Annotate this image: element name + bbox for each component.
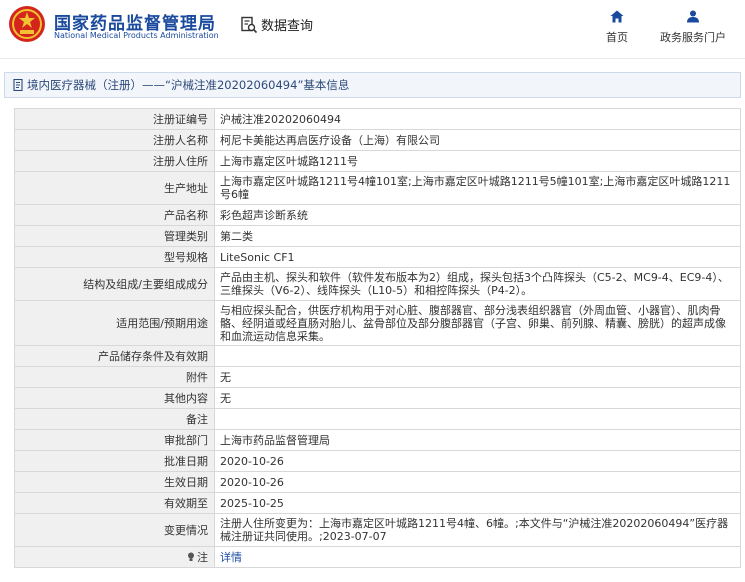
- page-title: 境内医疗器械（注册）——“沪械注准20202060494”基本信息: [4, 72, 741, 98]
- row-value: 沪械注准20202060494: [214, 108, 741, 130]
- table-row: 审批部门 上海市药品监督管理局: [14, 429, 741, 451]
- row-value: 产品由主机、探头和软件（软件发布版本为2）组成，探头包括3个凸阵探头（C5-2、…: [214, 267, 741, 301]
- row-value: 2025-10-25: [214, 492, 741, 514]
- table-row: 注册人名称 柯尼卡美能达再启医疗设备（上海）有限公司: [14, 129, 741, 151]
- row-key: 附件: [14, 366, 215, 388]
- row-key: 生产地址: [14, 171, 215, 205]
- row-value: 与相应探头配合，供医疗机构用于对心脏、腹部器官、部分浅表组织器官（外周血管、小器…: [214, 300, 741, 346]
- row-key: 产品名称: [14, 204, 215, 226]
- row-key: 有效期至: [14, 492, 215, 514]
- table-row: 型号规格 LiteSonic CF1: [14, 246, 741, 268]
- home-icon: [610, 10, 624, 23]
- row-key: 注册人名称: [14, 129, 215, 151]
- row-key: 适用范围/预期用途: [14, 300, 215, 346]
- row-value: 柯尼卡美能达再启医疗设备（上海）有限公司: [214, 129, 741, 151]
- data-query-label: 数据查询: [261, 19, 314, 34]
- row-value: 2020-10-26: [214, 450, 741, 472]
- row-value: 上海市嘉定区叶城路1211号: [214, 150, 741, 172]
- row-key: 其他内容: [14, 387, 215, 409]
- table-row: 注 详情: [14, 546, 741, 568]
- row-value: 注册人住所变更为：上海市嘉定区叶城路1211号4幢、6幢。;本文件与“沪械注准2…: [214, 513, 741, 547]
- data-query-link[interactable]: 数据查询: [240, 15, 313, 34]
- site-header: 国家药品监督管理局 National Medical Products Admi…: [0, 0, 745, 58]
- row-key: 生效日期: [14, 471, 215, 493]
- table-row: 结构及组成/主要组成成分 产品由主机、探头和软件（软件发布版本为2）组成，探头包…: [14, 267, 741, 301]
- row-key: 产品储存条件及有效期: [14, 345, 215, 367]
- note-label: 注: [197, 550, 208, 564]
- row-key: 变更情况: [14, 513, 215, 547]
- row-key: 审批部门: [14, 429, 215, 451]
- table-row: 有效期至 2025-10-25: [14, 492, 741, 514]
- table-row: 变更情况 注册人住所变更为：上海市嘉定区叶城路1211号4幢、6幢。;本文件与“…: [14, 513, 741, 547]
- row-key: 批准日期: [14, 450, 215, 472]
- row-value: 上海市药品监督管理局: [214, 429, 741, 451]
- table-row: 生产地址 上海市嘉定区叶城路1211号4幢101室;上海市嘉定区叶城路1211号…: [14, 171, 741, 205]
- table-row: 产品名称 彩色超声诊断系统: [14, 204, 741, 226]
- details-link[interactable]: 详情: [220, 551, 242, 564]
- row-value: 无: [214, 366, 741, 388]
- document-icon: [13, 79, 23, 91]
- row-key: 型号规格: [14, 246, 215, 268]
- table-row: 产品储存条件及有效期: [14, 345, 741, 367]
- row-key: 注册人住所: [14, 150, 215, 172]
- row-key: 注册证编号: [14, 108, 215, 130]
- nav-services-label: 政务服务门户: [660, 31, 726, 44]
- table-row: 管理类别 第二类: [14, 225, 741, 247]
- nav-home-label: 首页: [606, 31, 628, 44]
- table-row: 注册证编号 沪械注准20202060494: [14, 108, 741, 130]
- document-search-icon: [241, 16, 258, 33]
- table-row: 适用范围/预期用途 与相应探头配合，供医疗机构用于对心脏、腹部器官、部分浅表组织…: [14, 300, 741, 346]
- row-value: LiteSonic CF1: [214, 246, 741, 268]
- table-row: 备注: [14, 408, 741, 430]
- site-name-en[interactable]: National Medical Products Administration: [54, 31, 219, 40]
- row-value: 无: [214, 387, 741, 409]
- row-value: 第二类: [214, 225, 741, 247]
- row-value: 彩色超声诊断系统: [214, 204, 741, 226]
- bulb-icon: [188, 552, 194, 561]
- detail-table: 注册证编号 沪械注准20202060494 注册人名称 柯尼卡美能达再启医疗设备…: [14, 108, 741, 568]
- row-value: [214, 345, 741, 367]
- header-divider: [0, 58, 745, 59]
- row-value: 上海市嘉定区叶城路1211号4幢101室;上海市嘉定区叶城路1211号5幢101…: [214, 171, 741, 205]
- row-key: 备注: [14, 408, 215, 430]
- user-icon: [687, 10, 699, 23]
- table-row: 批准日期 2020-10-26: [14, 450, 741, 472]
- row-value: [214, 408, 741, 430]
- nav-services-portal[interactable]: 政务服务门户: [655, 10, 731, 45]
- page-title-text: 境内医疗器械（注册）——“沪械注准20202060494”基本信息: [27, 78, 350, 92]
- nav-home[interactable]: 首页: [600, 10, 634, 45]
- table-row: 其他内容 无: [14, 387, 741, 409]
- row-key: 结构及组成/主要组成成分: [14, 267, 215, 301]
- row-value: 2020-10-26: [214, 471, 741, 493]
- national-emblem-logo[interactable]: [8, 5, 46, 43]
- row-key: 管理类别: [14, 225, 215, 247]
- note-row-key: 注: [14, 546, 215, 568]
- table-row: 生效日期 2020-10-26: [14, 471, 741, 493]
- table-row: 附件 无: [14, 366, 741, 388]
- table-row: 注册人住所 上海市嘉定区叶城路1211号: [14, 150, 741, 172]
- row-value: 详情: [214, 546, 741, 568]
